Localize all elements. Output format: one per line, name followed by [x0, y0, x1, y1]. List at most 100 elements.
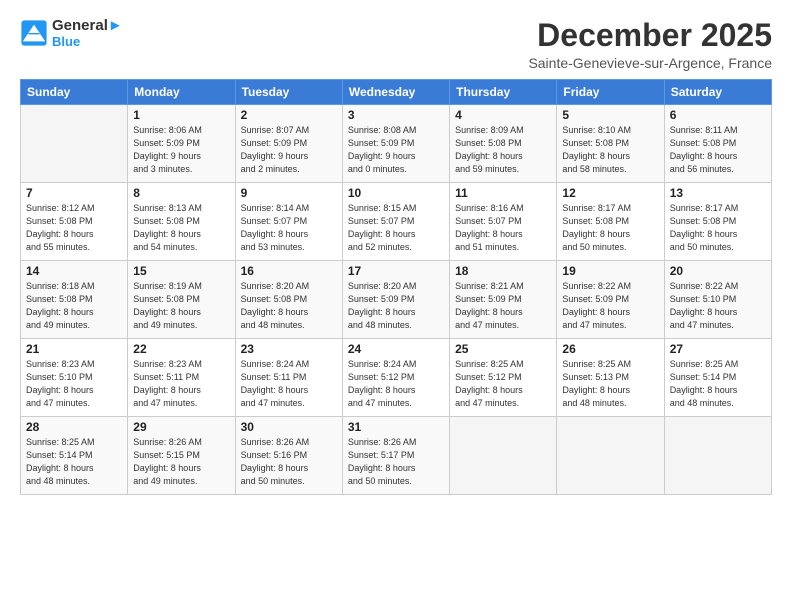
day-info: Sunrise: 8:24 AM Sunset: 5:11 PM Dayligh…	[241, 358, 337, 410]
day-info: Sunrise: 8:25 AM Sunset: 5:13 PM Dayligh…	[562, 358, 658, 410]
calendar-cell	[21, 105, 128, 183]
day-number: 29	[133, 420, 229, 434]
calendar-week-row: 14 Sunrise: 8:18 AM Sunset: 5:08 PM Dayli…	[21, 261, 772, 339]
day-number: 25	[455, 342, 551, 356]
day-info: Sunrise: 8:15 AM Sunset: 5:07 PM Dayligh…	[348, 202, 444, 254]
calendar-cell: 28Sunrise: 8:25 AM Sunset: 5:14 PM Dayli…	[21, 417, 128, 495]
day-info: Sunrise: 8:25 AM Sunset: 5:14 PM Dayligh…	[670, 358, 766, 410]
calendar-cell: 26Sunrise: 8:25 AM Sunset: 5:13 PM Dayli…	[557, 339, 664, 417]
weekday-header: Saturday	[664, 80, 771, 105]
day-info: Sunrise: 8:08 AM Sunset: 5:09 PM Dayligh…	[348, 124, 444, 176]
calendar-cell: 6Sunrise: 8:11 AM Sunset: 5:08 PM Daylig…	[664, 105, 771, 183]
calendar-cell: 9 Sunrise: 8:14 AM Sunset: 5:07 PM Daylig…	[235, 183, 342, 261]
day-number: 31	[348, 420, 444, 434]
day-info: Sunrise: 8:16 AM Sunset: 5:07 PM Dayligh…	[455, 202, 551, 254]
day-number: 19	[562, 264, 658, 278]
day-info: Sunrise: 8:20 AM Sunset: 5:08 PM Dayligh…	[241, 280, 337, 332]
day-info: Sunrise: 8:14 AM Sunset: 5:07 PM Dayligh…	[241, 202, 337, 254]
day-number: 1	[133, 108, 229, 122]
day-number: 12	[562, 186, 658, 200]
calendar-cell: 30Sunrise: 8:26 AM Sunset: 5:16 PM Dayli…	[235, 417, 342, 495]
day-number: 21	[26, 342, 122, 356]
day-number: 30	[241, 420, 337, 434]
calendar-cell: 29 Sunrise: 8:26 AM Sunset: 5:15 PM Dayli…	[128, 417, 235, 495]
calendar-cell: 31 Sunrise: 8:26 AM Sunset: 5:17 PM Dayli…	[342, 417, 449, 495]
day-number: 3	[348, 108, 444, 122]
calendar-cell: 1Sunrise: 8:06 AM Sunset: 5:09 PM Daylig…	[128, 105, 235, 183]
day-info: Sunrise: 8:21 AM Sunset: 5:09 PM Dayligh…	[455, 280, 551, 332]
calendar-week-row: 21 Sunrise: 8:23 AM Sunset: 5:10 PM Dayli…	[21, 339, 772, 417]
day-info: Sunrise: 8:09 AM Sunset: 5:08 PM Dayligh…	[455, 124, 551, 176]
day-info: Sunrise: 8:23 AM Sunset: 5:10 PM Dayligh…	[26, 358, 122, 410]
weekday-header: Friday	[557, 80, 664, 105]
day-number: 9	[241, 186, 337, 200]
day-info: Sunrise: 8:11 AM Sunset: 5:08 PM Dayligh…	[670, 124, 766, 176]
day-info: Sunrise: 8:25 AM Sunset: 5:14 PM Dayligh…	[26, 436, 122, 488]
calendar-cell: 3 Sunrise: 8:08 AM Sunset: 5:09 PM Daylig…	[342, 105, 449, 183]
day-info: Sunrise: 8:22 AM Sunset: 5:10 PM Dayligh…	[670, 280, 766, 332]
day-number: 22	[133, 342, 229, 356]
weekday-header: Thursday	[450, 80, 557, 105]
calendar-cell: 10 Sunrise: 8:15 AM Sunset: 5:07 PM Dayli…	[342, 183, 449, 261]
logo: General► Blue	[20, 18, 123, 49]
day-info: Sunrise: 8:20 AM Sunset: 5:09 PM Dayligh…	[348, 280, 444, 332]
calendar-cell	[557, 417, 664, 495]
calendar-cell: 11 Sunrise: 8:16 AM Sunset: 5:07 PM Dayli…	[450, 183, 557, 261]
calendar-cell: 27 Sunrise: 8:25 AM Sunset: 5:14 PM Dayli…	[664, 339, 771, 417]
calendar-cell: 22 Sunrise: 8:23 AM Sunset: 5:11 PM Dayli…	[128, 339, 235, 417]
calendar-cell: 12 Sunrise: 8:17 AM Sunset: 5:08 PM Dayli…	[557, 183, 664, 261]
calendar-cell: 19 Sunrise: 8:22 AM Sunset: 5:09 PM Dayli…	[557, 261, 664, 339]
calendar-table: SundayMondayTuesdayWednesdayThursdayFrid…	[20, 79, 772, 495]
calendar-week-row: 7Sunrise: 8:12 AM Sunset: 5:08 PM Daylig…	[21, 183, 772, 261]
day-info: Sunrise: 8:17 AM Sunset: 5:08 PM Dayligh…	[562, 202, 658, 254]
calendar-cell: 21 Sunrise: 8:23 AM Sunset: 5:10 PM Dayli…	[21, 339, 128, 417]
calendar-cell: 2Sunrise: 8:07 AM Sunset: 5:09 PM Daylig…	[235, 105, 342, 183]
calendar-cell	[664, 417, 771, 495]
calendar-cell: 4Sunrise: 8:09 AM Sunset: 5:08 PM Daylig…	[450, 105, 557, 183]
day-number: 16	[241, 264, 337, 278]
calendar-page: General► Blue December 2025 Sainte-Genev…	[0, 0, 792, 612]
day-info: Sunrise: 8:12 AM Sunset: 5:08 PM Dayligh…	[26, 202, 122, 254]
day-number: 23	[241, 342, 337, 356]
day-info: Sunrise: 8:18 AM Sunset: 5:08 PM Dayligh…	[26, 280, 122, 332]
day-info: Sunrise: 8:22 AM Sunset: 5:09 PM Dayligh…	[562, 280, 658, 332]
day-info: Sunrise: 8:26 AM Sunset: 5:15 PM Dayligh…	[133, 436, 229, 488]
day-number: 20	[670, 264, 766, 278]
calendar-cell: 23 Sunrise: 8:24 AM Sunset: 5:11 PM Dayli…	[235, 339, 342, 417]
calendar-cell: 13 Sunrise: 8:17 AM Sunset: 5:08 PM Dayli…	[664, 183, 771, 261]
day-number: 24	[348, 342, 444, 356]
day-info: Sunrise: 8:13 AM Sunset: 5:08 PM Dayligh…	[133, 202, 229, 254]
calendar-cell: 24Sunrise: 8:24 AM Sunset: 5:12 PM Dayli…	[342, 339, 449, 417]
day-info: Sunrise: 8:19 AM Sunset: 5:08 PM Dayligh…	[133, 280, 229, 332]
calendar-week-row: 28Sunrise: 8:25 AM Sunset: 5:14 PM Dayli…	[21, 417, 772, 495]
calendar-week-row: 1Sunrise: 8:06 AM Sunset: 5:09 PM Daylig…	[21, 105, 772, 183]
day-number: 18	[455, 264, 551, 278]
calendar-cell: 14 Sunrise: 8:18 AM Sunset: 5:08 PM Dayli…	[21, 261, 128, 339]
day-number: 2	[241, 108, 337, 122]
weekday-header: Tuesday	[235, 80, 342, 105]
day-info: Sunrise: 8:17 AM Sunset: 5:08 PM Dayligh…	[670, 202, 766, 254]
calendar-cell: 15Sunrise: 8:19 AM Sunset: 5:08 PM Dayli…	[128, 261, 235, 339]
day-number: 11	[455, 186, 551, 200]
day-number: 8	[133, 186, 229, 200]
calendar-cell: 5 Sunrise: 8:10 AM Sunset: 5:08 PM Daylig…	[557, 105, 664, 183]
calendar-cell: 25 Sunrise: 8:25 AM Sunset: 5:12 PM Dayli…	[450, 339, 557, 417]
logo-text: General► Blue	[52, 18, 123, 49]
calendar-cell: 16 Sunrise: 8:20 AM Sunset: 5:08 PM Dayli…	[235, 261, 342, 339]
day-number: 10	[348, 186, 444, 200]
weekday-header: Wednesday	[342, 80, 449, 105]
day-info: Sunrise: 8:25 AM Sunset: 5:12 PM Dayligh…	[455, 358, 551, 410]
calendar-cell: 17 Sunrise: 8:20 AM Sunset: 5:09 PM Dayli…	[342, 261, 449, 339]
calendar-cell: 7Sunrise: 8:12 AM Sunset: 5:08 PM Daylig…	[21, 183, 128, 261]
day-number: 13	[670, 186, 766, 200]
day-number: 14	[26, 264, 122, 278]
calendar-cell	[450, 417, 557, 495]
day-info: Sunrise: 8:26 AM Sunset: 5:17 PM Dayligh…	[348, 436, 444, 488]
day-number: 5	[562, 108, 658, 122]
day-info: Sunrise: 8:23 AM Sunset: 5:11 PM Dayligh…	[133, 358, 229, 410]
day-number: 27	[670, 342, 766, 356]
calendar-header: SundayMondayTuesdayWednesdayThursdayFrid…	[21, 80, 772, 105]
day-number: 17	[348, 264, 444, 278]
calendar-cell: 8 Sunrise: 8:13 AM Sunset: 5:08 PM Daylig…	[128, 183, 235, 261]
day-info: Sunrise: 8:10 AM Sunset: 5:08 PM Dayligh…	[562, 124, 658, 176]
